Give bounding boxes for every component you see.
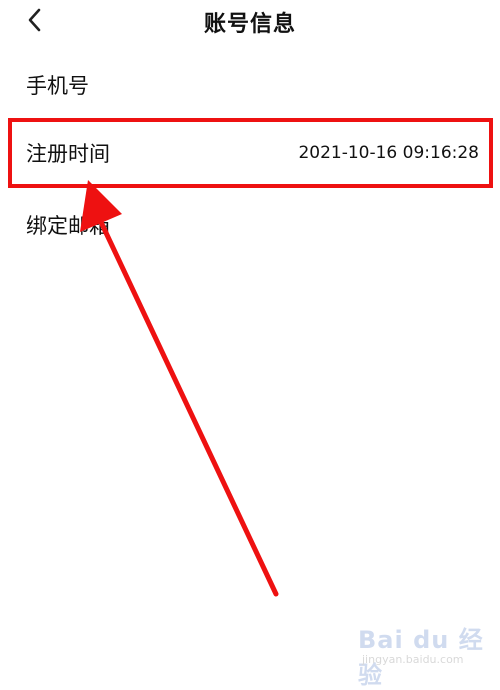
bound-email-row[interactable]: 绑定邮箱: [8, 192, 492, 258]
registration-time-row[interactable]: 注册时间 2021-10-16 09:16:28: [8, 118, 493, 188]
arrow-shaft: [97, 217, 279, 597]
registration-time-value: 2021-10-16 09:16:28: [298, 143, 479, 163]
baidu-jingyan-watermark: Bai du 经验 jingyan.baidu.com: [358, 616, 488, 689]
page-title: 账号信息: [203, 12, 296, 37]
bound-email-label: 绑定邮箱: [26, 214, 110, 238]
phone-number-row[interactable]: 手机号: [8, 52, 492, 118]
watermark-url: jingyan.baidu.com: [362, 653, 464, 666]
phone-number-label: 手机号: [26, 74, 89, 98]
header-bar: 账号信息: [0, 0, 500, 44]
registration-time-label: 注册时间: [26, 142, 110, 166]
